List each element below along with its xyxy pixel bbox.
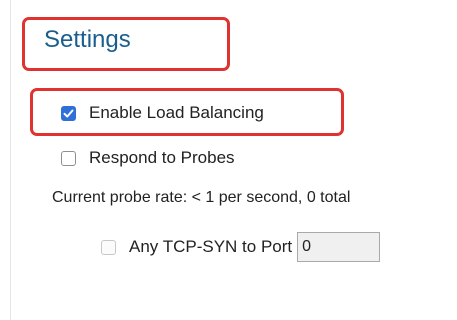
enable-load-balancing-label: Enable Load Balancing <box>89 103 264 122</box>
probe-rate-status: Current probe rate: < 1 per second, 0 to… <box>52 189 351 206</box>
respond-to-probes-option[interactable]: Respond to Probes <box>61 148 235 168</box>
any-tcp-syn-label: Any TCP-SYN to Port <box>129 237 293 256</box>
respond-to-probes-label: Respond to Probes <box>89 148 235 167</box>
any-tcp-syn-checkbox[interactable] <box>101 239 116 255</box>
checkmark-icon <box>63 109 74 117</box>
respond-to-probes-checkbox[interactable] <box>61 150 76 166</box>
port-input[interactable] <box>297 232 381 262</box>
any-tcp-syn-option[interactable]: Any TCP-SYN to Port <box>101 232 381 262</box>
page-title: Settings <box>44 26 131 53</box>
enable-load-balancing-checkbox[interactable] <box>61 105 76 121</box>
enable-load-balancing-option[interactable]: Enable Load Balancing <box>61 103 264 123</box>
left-divider <box>10 0 11 320</box>
